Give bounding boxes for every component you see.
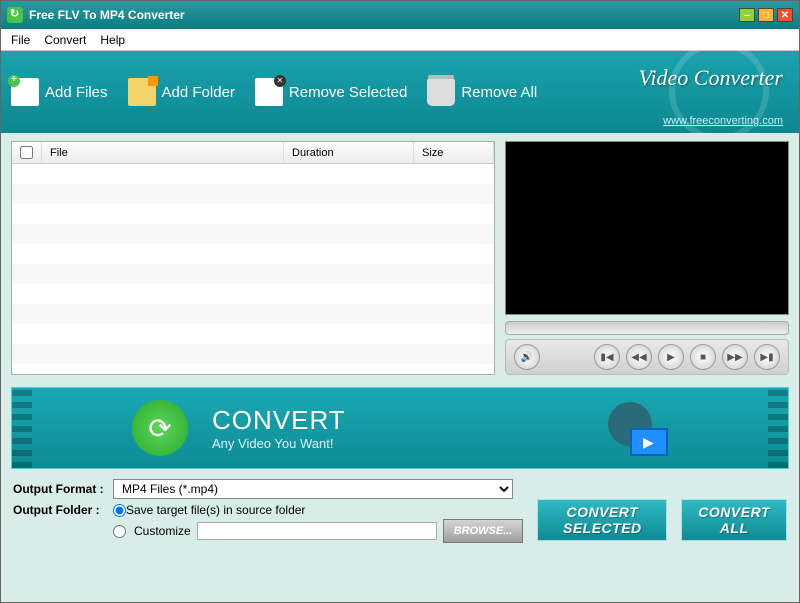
add-folder-button[interactable]: Add Folder — [128, 78, 235, 106]
seek-bar[interactable] — [505, 321, 789, 335]
title-bar: Free FLV To MP4 Converter – □ ✕ — [1, 1, 799, 29]
output-format-select[interactable]: MP4 Files (*.mp4) — [113, 479, 513, 499]
menu-bar: File Convert Help — [1, 29, 799, 51]
rewind-button[interactable]: ◀◀ — [626, 344, 652, 370]
convert-banner: ⟳ CONVERT Any Video You Want! — [11, 387, 789, 469]
add-files-label: Add Files — [45, 84, 108, 101]
menu-convert[interactable]: Convert — [44, 33, 86, 47]
film-strip-icon — [12, 388, 32, 468]
radio-customize-label: Customize — [134, 524, 191, 538]
radio-source-folder[interactable] — [113, 504, 126, 517]
file-list-header: File Duration Size — [12, 142, 494, 164]
file-list-body[interactable] — [12, 164, 494, 374]
select-all-checkbox[interactable] — [20, 146, 33, 159]
radio-customize[interactable] — [113, 525, 126, 538]
convert-selected-button[interactable]: CONVERT SELECTED — [537, 499, 667, 541]
output-folder-label: Output Folder : — [13, 503, 113, 517]
banner-headline: CONVERT — [212, 405, 346, 436]
window-title: Free FLV To MP4 Converter — [29, 8, 185, 22]
trash-icon — [427, 78, 455, 106]
add-folder-label: Add Folder — [162, 84, 235, 101]
file-list: File Duration Size — [11, 141, 495, 375]
maximize-button[interactable]: □ — [758, 8, 774, 22]
banner-sub: Any Video You Want! — [212, 436, 346, 451]
app-icon — [7, 7, 23, 23]
folder-icon — [128, 78, 156, 106]
browse-button[interactable]: BROWSE... — [443, 519, 524, 543]
remove-all-label: Remove All — [461, 84, 537, 101]
prev-button[interactable]: ▮◀ — [594, 344, 620, 370]
next-button[interactable]: ▶▮ — [754, 344, 780, 370]
remove-selected-button[interactable]: Remove Selected — [255, 78, 407, 106]
file-remove-icon — [255, 78, 283, 106]
file-plus-icon — [11, 78, 39, 106]
stop-button[interactable]: ■ — [690, 344, 716, 370]
menu-help[interactable]: Help — [100, 33, 125, 47]
volume-button[interactable]: 🔊 — [514, 344, 540, 370]
col-size[interactable]: Size — [414, 142, 494, 163]
minimize-button[interactable]: – — [739, 8, 755, 22]
brand-title: Video Converter — [639, 65, 783, 91]
convert-cycle-icon: ⟳ — [132, 400, 188, 456]
output-format-label: Output Format : — [13, 482, 113, 496]
play-button[interactable]: ▶ — [658, 344, 684, 370]
col-file[interactable]: File — [42, 142, 284, 163]
add-files-button[interactable]: Add Files — [11, 78, 108, 106]
col-duration[interactable]: Duration — [284, 142, 414, 163]
remove-selected-label: Remove Selected — [289, 84, 407, 101]
radio-source-label: Save target file(s) in source folder — [126, 503, 305, 517]
menu-file[interactable]: File — [11, 33, 30, 47]
preview-panel: 🔊 ▮◀ ◀◀ ▶ ■ ▶▶ ▶▮ — [505, 141, 789, 375]
forward-button[interactable]: ▶▶ — [722, 344, 748, 370]
close-button[interactable]: ✕ — [777, 8, 793, 22]
custom-path-input[interactable] — [197, 522, 437, 540]
player-controls: 🔊 ▮◀ ◀◀ ▶ ■ ▶▶ ▶▮ — [505, 339, 789, 375]
video-preview[interactable] — [505, 141, 789, 315]
toolbar: Add Files Add Folder Remove Selected Rem… — [1, 51, 799, 133]
remove-all-button[interactable]: Remove All — [427, 78, 537, 106]
film-strip-icon — [768, 388, 788, 468]
brand-url-link[interactable]: www.freeconverting.com — [663, 115, 783, 127]
convert-all-button[interactable]: CONVERT ALL — [681, 499, 787, 541]
video-clip-icon — [608, 402, 668, 456]
